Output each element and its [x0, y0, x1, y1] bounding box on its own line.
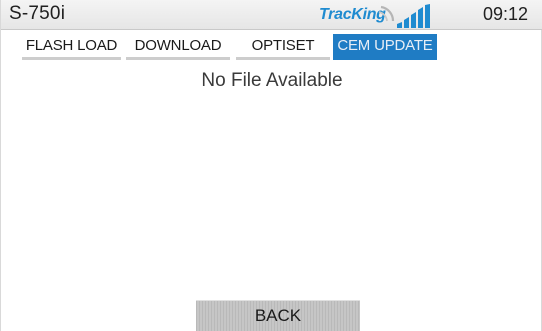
tab-download[interactable]: DOWNLOAD	[126, 34, 230, 60]
tab-cem-update[interactable]: CEM UPDATE	[333, 34, 437, 60]
status-message: No File Available	[201, 70, 343, 91]
logo-text: TracKing	[319, 6, 386, 23]
tab-optiset[interactable]: OPTISET	[236, 34, 330, 60]
signal-bars-icon	[397, 4, 430, 28]
tracking-logo: TracKing	[319, 3, 435, 28]
back-button[interactable]: BACK	[196, 300, 360, 331]
clock: 09:12	[483, 4, 529, 24]
status-bar: S-750i TracKing 09:12	[1, 0, 542, 30]
device-name: S-750i	[9, 3, 66, 24]
device-screen: S-750i TracKing 09:12 FLASH LOAD DOWNLOA…	[0, 0, 542, 331]
tab-flash-load[interactable]: FLASH LOAD	[22, 34, 121, 60]
